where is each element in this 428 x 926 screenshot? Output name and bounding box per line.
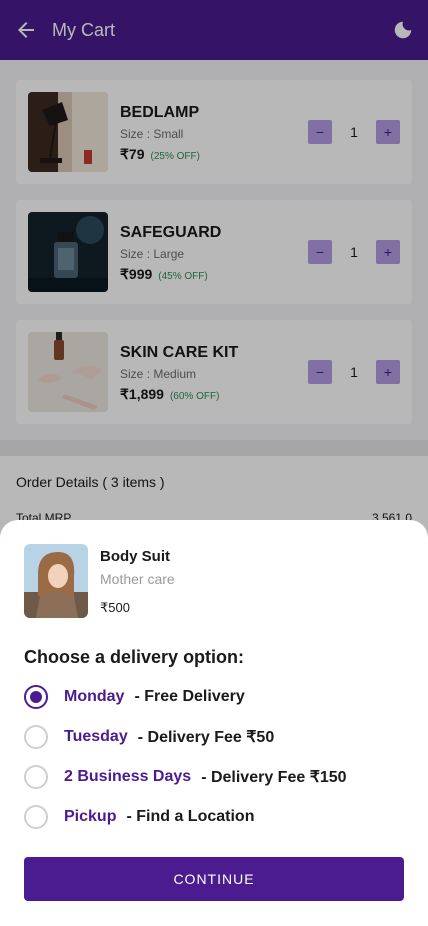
delivery-option-fee: - Delivery Fee ₹150 bbox=[201, 769, 347, 786]
delivery-option-tuesday[interactable]: Tuesday - Delivery Fee ₹50 bbox=[24, 725, 274, 749]
radio-unselected-icon[interactable] bbox=[24, 805, 48, 829]
delivery-option-fee: - Find a Location bbox=[126, 808, 255, 825]
radio-unselected-icon[interactable] bbox=[24, 765, 48, 789]
radio-selected-icon[interactable] bbox=[24, 685, 48, 709]
delivery-option-day: Monday bbox=[64, 688, 125, 705]
delivery-bottom-sheet: Body Suit Mother care ₹500 Choose a deli… bbox=[0, 520, 428, 926]
radio-unselected-icon[interactable] bbox=[24, 725, 48, 749]
continue-button[interactable]: CONTINUE bbox=[24, 857, 404, 901]
delivery-option-monday[interactable]: Monday - Free Delivery bbox=[24, 685, 245, 709]
delivery-option-day: Pickup bbox=[64, 808, 117, 825]
delivery-option-2-business-days[interactable]: 2 Business Days - Delivery Fee ₹150 bbox=[24, 765, 347, 789]
delivery-option-day: Tuesday bbox=[64, 728, 128, 745]
product-brand: Mother care bbox=[100, 571, 175, 587]
delivery-option-fee: - Delivery Fee ₹50 bbox=[137, 729, 275, 746]
delivery-option-heading: Choose a delivery option: bbox=[24, 647, 245, 667]
delivery-option-pickup[interactable]: Pickup - Find a Location bbox=[24, 805, 254, 829]
body-suit-image bbox=[24, 544, 88, 618]
product-name: Body Suit bbox=[100, 548, 170, 565]
delivery-option-fee: - Free Delivery bbox=[134, 688, 245, 705]
delivery-option-day: 2 Business Days bbox=[64, 768, 192, 785]
product-price: ₹500 bbox=[100, 600, 130, 615]
